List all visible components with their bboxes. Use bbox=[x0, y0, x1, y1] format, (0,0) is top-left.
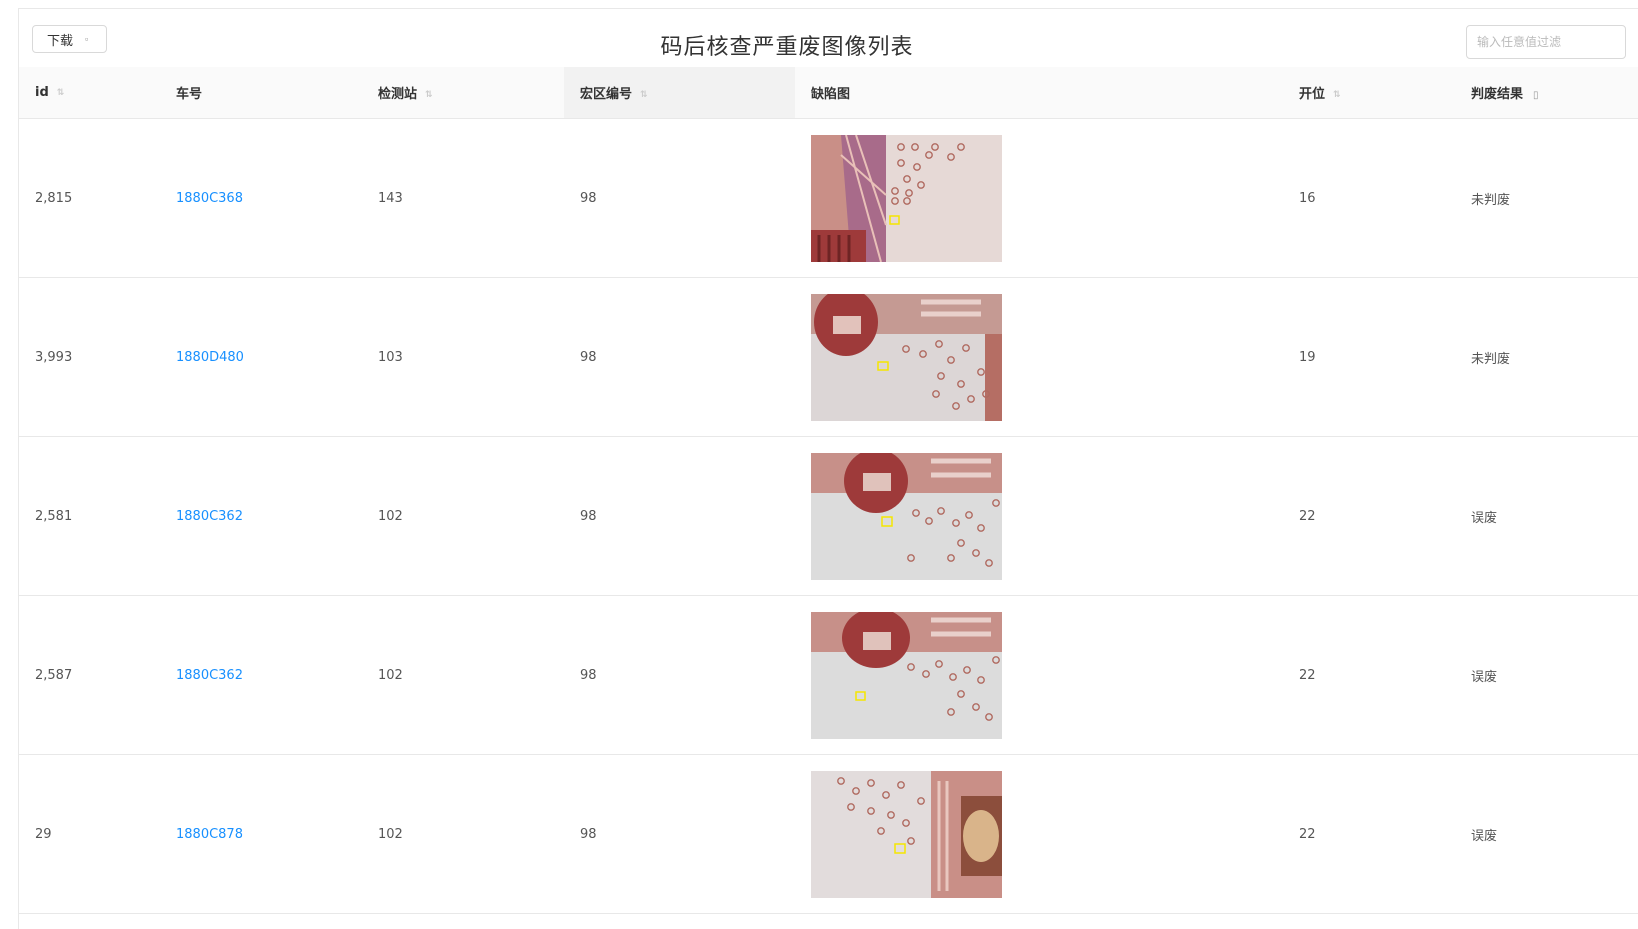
filter-input[interactable] bbox=[1466, 25, 1626, 59]
cell-result: 误废 bbox=[1455, 595, 1638, 755]
car-number-link[interactable]: 1880C878 bbox=[176, 827, 243, 842]
cell-id: 2,581 bbox=[19, 436, 160, 596]
cell-car: 1880C368 bbox=[160, 118, 362, 278]
table-card: 下载 ▫ 码后核查严重废图像列表 id⇅ 车号 检测站⇅ 宏区编号⇅ 缺陷图 开… bbox=[18, 8, 1638, 929]
cell-macro: 98 bbox=[564, 595, 795, 755]
cell-station: 103 bbox=[362, 277, 564, 437]
cell-defect-image bbox=[795, 436, 1283, 596]
cell-defect-image bbox=[795, 118, 1283, 278]
column-header-station[interactable]: 检测站 ⇅ bbox=[362, 67, 564, 119]
car-number-link[interactable]: 1880C368 bbox=[176, 191, 243, 206]
cell-pos: 22 bbox=[1283, 436, 1455, 596]
table-row: 3,993 1880D480 103 98 19 未判废 bbox=[19, 277, 1638, 437]
column-header-id[interactable]: id ⇅ bbox=[19, 67, 160, 119]
cell-station: 143 bbox=[362, 118, 564, 278]
defect-image[interactable] bbox=[811, 611, 1002, 739]
defect-image[interactable] bbox=[811, 293, 1002, 421]
cell-id: 2,815 bbox=[19, 118, 160, 278]
table-row: 2,587 1880C362 102 98 22 误废 bbox=[19, 595, 1638, 755]
column-header-result[interactable]: 判废结果 ▯ bbox=[1455, 67, 1638, 119]
cell-defect-image bbox=[795, 277, 1283, 437]
banknote-thumbnail bbox=[811, 452, 1002, 580]
cell-car: 1880D480 bbox=[160, 277, 362, 437]
image-table: id ⇅ 车号 检测站 ⇅ 宏区编号 ⇅ 缺陷图 开位 ⇅ 判废结果 ▯ 2,815 18… bbox=[19, 67, 1638, 914]
filter-icon[interactable]: ▯ bbox=[1533, 90, 1539, 101]
table-row: 2,581 1880C362 102 98 22 误废 bbox=[19, 436, 1638, 596]
defect-image[interactable] bbox=[811, 770, 1002, 898]
cell-station: 102 bbox=[362, 595, 564, 755]
cell-macro: 98 bbox=[564, 277, 795, 437]
defect-image[interactable] bbox=[811, 452, 1002, 580]
banknote-thumbnail bbox=[811, 293, 1002, 421]
banknote-thumbnail bbox=[811, 134, 1002, 262]
cell-defect-image bbox=[795, 754, 1283, 914]
column-header-macro[interactable]: 宏区编号 ⇅ bbox=[564, 67, 795, 119]
defect-image[interactable] bbox=[811, 134, 1002, 262]
cell-result: 未判废 bbox=[1455, 118, 1638, 278]
cell-station: 102 bbox=[362, 754, 564, 914]
sort-icon[interactable]: ⇅ bbox=[425, 90, 433, 100]
cell-car: 1880C362 bbox=[160, 595, 362, 755]
cell-pos: 22 bbox=[1283, 595, 1455, 755]
cell-car: 1880C878 bbox=[160, 754, 362, 914]
cell-defect-image bbox=[795, 595, 1283, 755]
car-number-link[interactable]: 1880C362 bbox=[176, 509, 243, 524]
sort-icon[interactable]: ⇅ bbox=[640, 90, 648, 100]
cell-id: 3,993 bbox=[19, 277, 160, 437]
cell-pos: 22 bbox=[1283, 754, 1455, 914]
cell-pos: 19 bbox=[1283, 277, 1455, 437]
cell-result: 未判废 bbox=[1455, 277, 1638, 437]
banknote-thumbnail bbox=[811, 611, 1002, 739]
page-title: 码后核查严重废图像列表 bbox=[660, 35, 914, 60]
banknote-thumbnail bbox=[811, 770, 1002, 898]
cell-pos: 16 bbox=[1283, 118, 1455, 278]
cell-macro: 98 bbox=[564, 754, 795, 914]
table-header-row: id ⇅ 车号 检测站 ⇅ 宏区编号 ⇅ 缺陷图 开位 ⇅ 判废结果 ▯ bbox=[19, 67, 1638, 119]
column-header-car: 车号 bbox=[160, 67, 362, 119]
table-row: 29 1880C878 102 98 22 误废 bbox=[19, 754, 1638, 914]
table-row: 2,815 1880C368 143 98 16 未判废 bbox=[19, 118, 1638, 278]
sort-icon[interactable]: ⇅ bbox=[57, 88, 65, 98]
cell-id: 29 bbox=[19, 754, 160, 914]
cell-id: 2,587 bbox=[19, 595, 160, 755]
sort-icon[interactable]: ⇅ bbox=[1333, 90, 1341, 100]
car-number-link[interactable]: 1880D480 bbox=[176, 350, 244, 365]
cell-result: 误废 bbox=[1455, 436, 1638, 596]
cell-station: 102 bbox=[362, 436, 564, 596]
column-header-pos[interactable]: 开位 ⇅ bbox=[1283, 67, 1455, 119]
cell-result: 误废 bbox=[1455, 754, 1638, 914]
car-number-link[interactable]: 1880C362 bbox=[176, 668, 243, 683]
column-header-image: 缺陷图 bbox=[795, 67, 1283, 119]
cell-macro: 98 bbox=[564, 436, 795, 596]
cell-macro: 98 bbox=[564, 118, 795, 278]
cell-car: 1880C362 bbox=[160, 436, 362, 596]
